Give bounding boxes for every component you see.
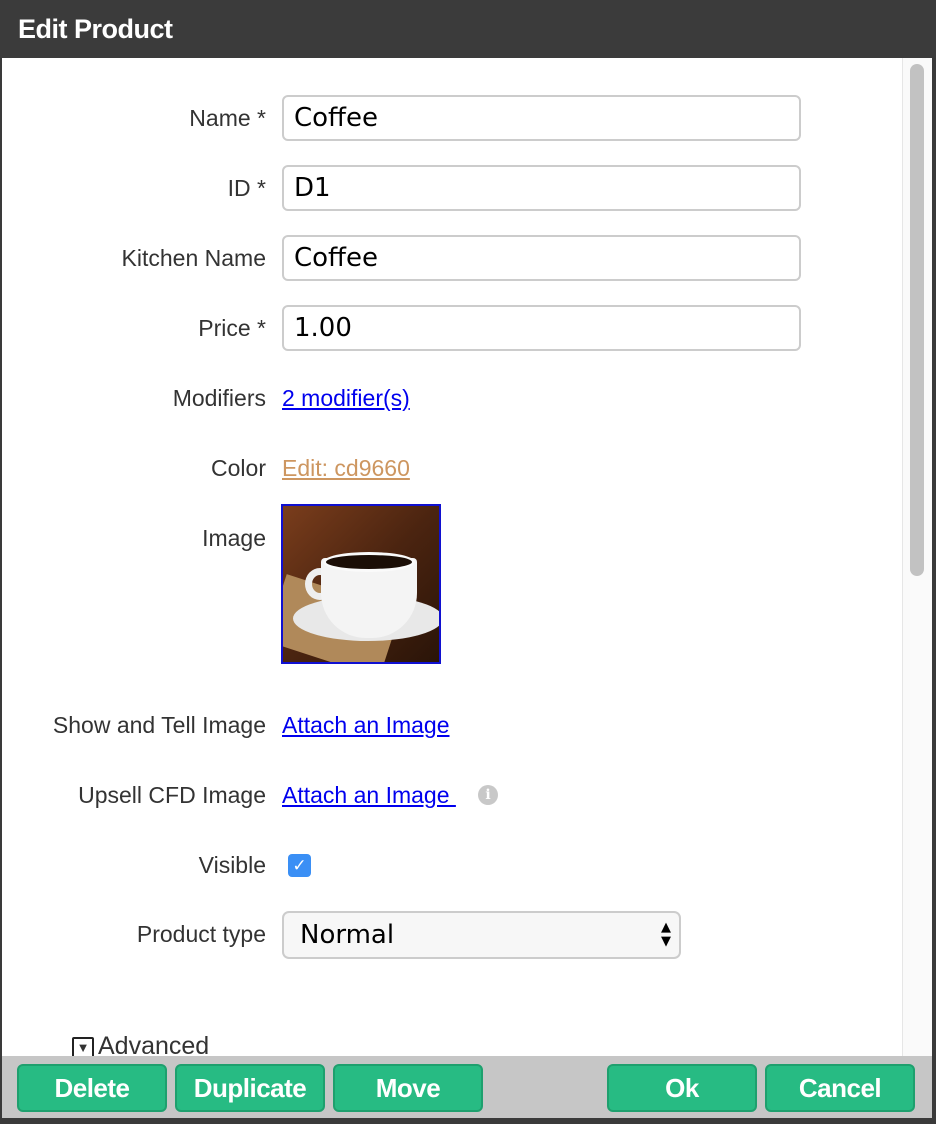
- product-image[interactable]: [281, 504, 441, 664]
- info-icon[interactable]: i: [478, 785, 498, 805]
- cancel-button[interactable]: Cancel: [765, 1064, 915, 1112]
- product-type-select[interactable]: Normal ▲ ▼: [282, 911, 681, 959]
- advanced-label: Advanced: [98, 1032, 210, 1056]
- duplicate-button[interactable]: Duplicate: [175, 1064, 325, 1112]
- modifiers-link[interactable]: 2 modifier(s): [282, 375, 410, 421]
- id-label: ID *: [227, 175, 266, 201]
- modifiers-row: Modifiers 2 modifier(s): [2, 375, 902, 421]
- product-type-value: Normal: [300, 920, 395, 950]
- id-row: ID * D1: [2, 165, 902, 211]
- dialog-footer: Delete Duplicate Move Ok Cancel: [2, 1056, 932, 1118]
- color-label: Color: [211, 455, 266, 481]
- name-label: Name *: [189, 105, 266, 131]
- color-edit-link[interactable]: Edit: cd9660: [282, 445, 410, 491]
- upsell-label: Upsell CFD Image: [78, 782, 266, 808]
- scrollbar[interactable]: [902, 58, 932, 1056]
- modifiers-label: Modifiers: [172, 385, 266, 411]
- delete-button[interactable]: Delete: [17, 1064, 167, 1112]
- visible-label: Visible: [198, 852, 266, 878]
- show-tell-row: Show and Tell Image Attach an Image: [2, 702, 902, 748]
- dialog-title: Edit Product: [0, 0, 936, 58]
- name-input[interactable]: Coffee: [282, 95, 801, 141]
- scrollbar-thumb[interactable]: [910, 64, 924, 576]
- visible-checkbox[interactable]: ✓: [288, 854, 311, 877]
- kitchen-name-row: Kitchen Name Coffee: [2, 235, 902, 281]
- image-label: Image: [202, 525, 266, 551]
- show-tell-label: Show and Tell Image: [52, 712, 266, 738]
- form-content: Name * Coffee ID * D1 Kitchen Name Coffe…: [2, 58, 932, 1056]
- price-row: Price * 1.00: [2, 305, 902, 351]
- product-type-row: Product type Normal ▲ ▼: [2, 911, 902, 959]
- price-label: Price *: [198, 315, 266, 341]
- move-button[interactable]: Move: [333, 1064, 483, 1112]
- select-arrows-icon: ▲ ▼: [661, 920, 671, 949]
- image-coffee: [323, 552, 415, 572]
- color-row: Color Edit: cd9660: [2, 445, 902, 491]
- price-input[interactable]: 1.00: [282, 305, 801, 351]
- name-row: Name * Coffee: [2, 95, 902, 141]
- upsell-row: Upsell CFD Image Attach an Image i: [2, 772, 902, 818]
- show-tell-attach-link[interactable]: Attach an Image: [282, 702, 450, 748]
- kitchen-name-input[interactable]: Coffee: [282, 235, 801, 281]
- id-input[interactable]: D1: [282, 165, 801, 211]
- advanced-toggle[interactable]: ▼ Advanced: [72, 1032, 209, 1056]
- kitchen-name-label: Kitchen Name: [121, 245, 266, 271]
- product-type-label: Product type: [136, 921, 266, 947]
- visible-row: Visible ✓: [2, 842, 902, 888]
- image-row: Image: [2, 515, 902, 561]
- upsell-attach-link[interactable]: Attach an Image: [282, 772, 456, 818]
- caret-down-icon: ▼: [72, 1037, 94, 1056]
- ok-button[interactable]: Ok: [607, 1064, 757, 1112]
